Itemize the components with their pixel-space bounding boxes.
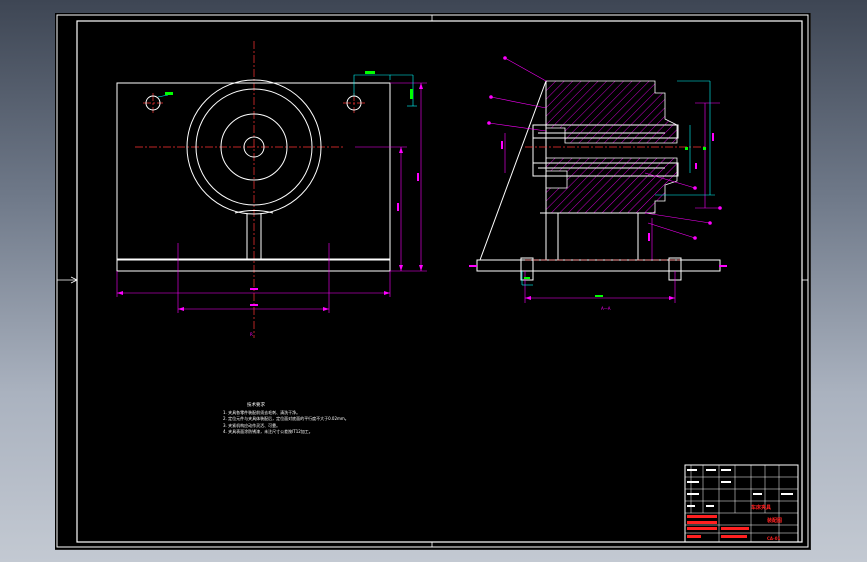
drawing-sheet: A—A R 车床夹具 装配图 CA-01 [56,14,809,548]
title-block-label-1: 车床夹具 [751,504,771,511]
front-center-mark: R [250,332,253,337]
front-tag-green-3 [410,89,413,99]
front-body-outline [116,79,391,272]
title-block-label-3: CA-01 [767,536,780,541]
title-block-label-2: 装配图 [766,517,782,524]
section-hatch-bottom [545,157,678,214]
front-leaders [157,74,417,107]
front-dim-text-marks [250,173,419,306]
section-view [469,56,727,303]
cad-drawing-viewport: A—A R 车床夹具 装配图 CA-01 技术要求 1. 夹具各零件装配前须去毛… [55,13,811,550]
front-tag-green-2 [365,71,375,74]
technical-notes: 技术要求 1. 夹具各零件装配前须去毛刺、清洗干净。 2. 定位元件与夹具体装配… [223,403,349,436]
front-tag-green [165,92,173,95]
section-hatch-top [545,80,678,144]
front-view [116,41,427,338]
front-dim-arrows [117,83,423,311]
technical-note-line: 4. 夹具表面涂防锈漆，未注尺寸公差按IT12加工。 [223,429,313,434]
title-block: 车床夹具 装配图 CA-01 [684,464,799,543]
front-centerlines [135,41,365,338]
sheet-border-inner [76,20,803,543]
technical-note-line: 2. 定位元件与夹具体装配后，定位面对底面的平行度不大于0.02mm。 [223,416,349,421]
front-dimensions [116,82,427,313]
section-label: A—A [601,306,611,311]
